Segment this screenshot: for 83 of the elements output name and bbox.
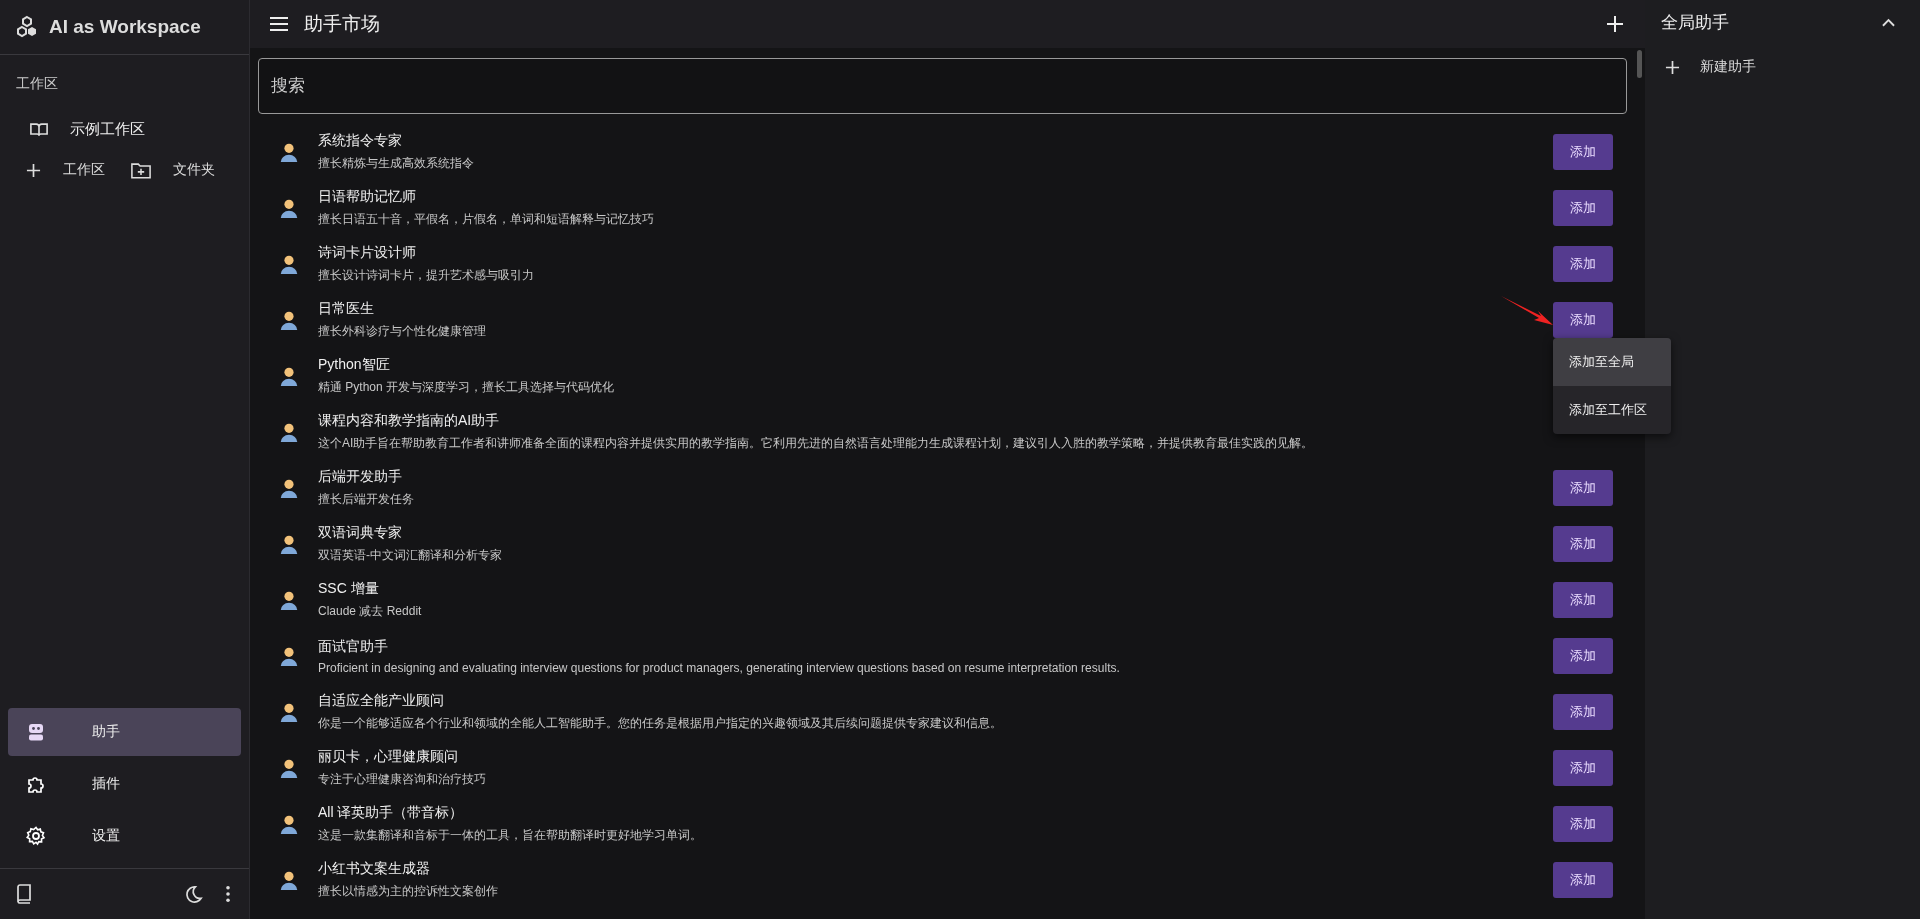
assistant-title: All 译英助手（带音标） <box>318 804 465 822</box>
add-button[interactable]: 添加 <box>1553 862 1613 898</box>
more-icon[interactable] <box>225 885 231 903</box>
assistant-title: 双语词典专家 <box>318 524 403 542</box>
assistant-icon <box>278 421 300 443</box>
chevron-icon[interactable] <box>1882 17 1895 27</box>
assistant-description: 精通 Python 开发与深度学习，擅长工具选择与代码优化 <box>318 379 616 396</box>
add-button[interactable]: 添加 <box>1553 190 1613 226</box>
moon-icon[interactable] <box>184 884 203 904</box>
assistant-description: 你是一个能够适应各个行业和领域的全能人工智能助手。您的任务是根据用户指定的兴趣领域及其后续问题提供专家建议和信息。 <box>318 715 1003 732</box>
assistant-description: 双语英语-中文词汇翻译和分析专家 <box>318 547 503 564</box>
assistant-description: 专注于心理健康咨询和治疗技巧 <box>318 771 487 788</box>
assistant-title: 日语帮助记忆师 <box>318 188 417 206</box>
assistant-icon <box>278 309 300 331</box>
assistant-icon <box>278 365 300 387</box>
workspace-item[interactable]: 示例工作区 <box>0 109 249 149</box>
assistant-description: 这是一款集翻译和音标于一体的工具，旨在帮助翻译时更好地学习单词。 <box>318 827 703 844</box>
assistant-description: 擅长外科诊疗与个性化健康管理 <box>318 323 487 340</box>
panel-title: 全局助手 <box>1661 11 1729 34</box>
search-field[interactable]: 搜索 <box>258 58 1627 114</box>
hexagons-logo-icon <box>15 15 39 39</box>
puzzle-icon <box>26 774 46 794</box>
add-button[interactable]: 添加 <box>1553 638 1613 674</box>
assistant-title: 小红书文案生成器 <box>318 860 431 878</box>
add-button[interactable]: 添加 <box>1553 806 1613 842</box>
assistant-description: 擅长后端开发任务 <box>318 491 415 508</box>
add-button[interactable]: 添加 <box>1553 470 1613 506</box>
robot-icon <box>26 722 46 742</box>
assistant-icon <box>278 533 300 555</box>
app-title: AI as Workspace <box>49 16 201 38</box>
plus-icon <box>26 162 41 178</box>
nav-item[interactable]: 设置 <box>8 812 241 860</box>
assistant-title: 日常医生 <box>318 300 375 318</box>
menu-icon[interactable] <box>270 17 288 31</box>
assistant-title: 自适应全能产业顾问 <box>318 692 445 710</box>
assistant-icon <box>278 589 300 611</box>
nav-item[interactable]: 助手 <box>8 708 241 756</box>
add-icon[interactable] <box>1607 16 1623 32</box>
assistant-title: 课程内容和教学指南的AI助手 <box>318 412 501 430</box>
assistant-icon <box>278 869 300 891</box>
nav-item[interactable]: 插件 <box>8 760 241 808</box>
section-label: 工作区 <box>15 74 59 93</box>
assistant-title: 丽贝卡，心理健康顾问 <box>318 748 459 766</box>
new-assistant-button[interactable]: 新建助手 <box>1645 48 1776 86</box>
add-button[interactable]: 添加 <box>1553 694 1613 730</box>
assistant-description: Proficient in designing and evaluating interview questions for product managers, generating interview questions based on resume interpretation results. <box>318 660 1121 675</box>
assistant-icon <box>278 645 300 667</box>
assistant-icon <box>278 701 300 723</box>
assistant-description: 擅长日语五十音，平假名，片假名，单词和短语解释与记忆技巧 <box>318 211 655 228</box>
assistant-icon <box>278 477 300 499</box>
book-icon <box>30 121 48 137</box>
menu-item[interactable]: 添加至工作区 <box>1553 386 1671 434</box>
add-folder-button[interactable]: 文件夹 <box>124 155 229 185</box>
settings-icon <box>26 826 46 846</box>
page-title: 助手市场 <box>304 12 380 36</box>
add-button[interactable]: 添加 <box>1553 134 1613 170</box>
assistant-description: 擅长以情感为主的控诉性文案创作 <box>318 883 499 900</box>
add-button[interactable]: 添加 <box>1553 750 1613 786</box>
add-workspace-button[interactable]: 工作区 <box>20 155 125 185</box>
assistant-title: Python智匠 <box>318 356 391 374</box>
scrollbar-thumb[interactable] <box>1637 50 1642 78</box>
book-icon[interactable] <box>16 884 32 904</box>
menu-item[interactable]: 添加至全局 <box>1553 338 1671 386</box>
assistant-description: 这个AI助手旨在帮助教育工作者和讲师准备全面的课程内容并提供实用的教学指南。它利用先进的自然语言处理能力生成课程计划，建议引人入胜的教学策略，并提供教育最佳实践的见解。 <box>318 435 1315 452</box>
folder-plus-icon <box>130 161 151 179</box>
assistant-description: 擅长精炼与生成高效系统指令 <box>318 155 475 172</box>
assistant-icon <box>278 253 300 275</box>
assistant-description: 擅长设计诗词卡片，提升艺术感与吸引力 <box>318 267 535 284</box>
add-button[interactable]: 添加 <box>1553 246 1613 282</box>
assistant-icon <box>278 757 300 779</box>
assistant-title: SSC 增量 <box>318 580 380 598</box>
assistant-title: 诗词卡片设计师 <box>318 244 417 262</box>
assistant-icon <box>278 813 300 835</box>
add-button[interactable]: 添加 <box>1553 302 1613 338</box>
add-button[interactable]: 添加 <box>1553 526 1613 562</box>
assistant-icon <box>278 141 300 163</box>
assistant-title: 系统指令专家 <box>318 132 403 150</box>
plus-icon <box>1665 59 1680 75</box>
add-button[interactable]: 添加 <box>1553 582 1613 618</box>
assistant-title: 面试官助手 <box>318 637 389 656</box>
assistant-icon <box>278 197 300 219</box>
assistant-title: 后端开发助手 <box>318 468 403 486</box>
assistant-description: Claude 减去 Reddit <box>318 603 423 620</box>
